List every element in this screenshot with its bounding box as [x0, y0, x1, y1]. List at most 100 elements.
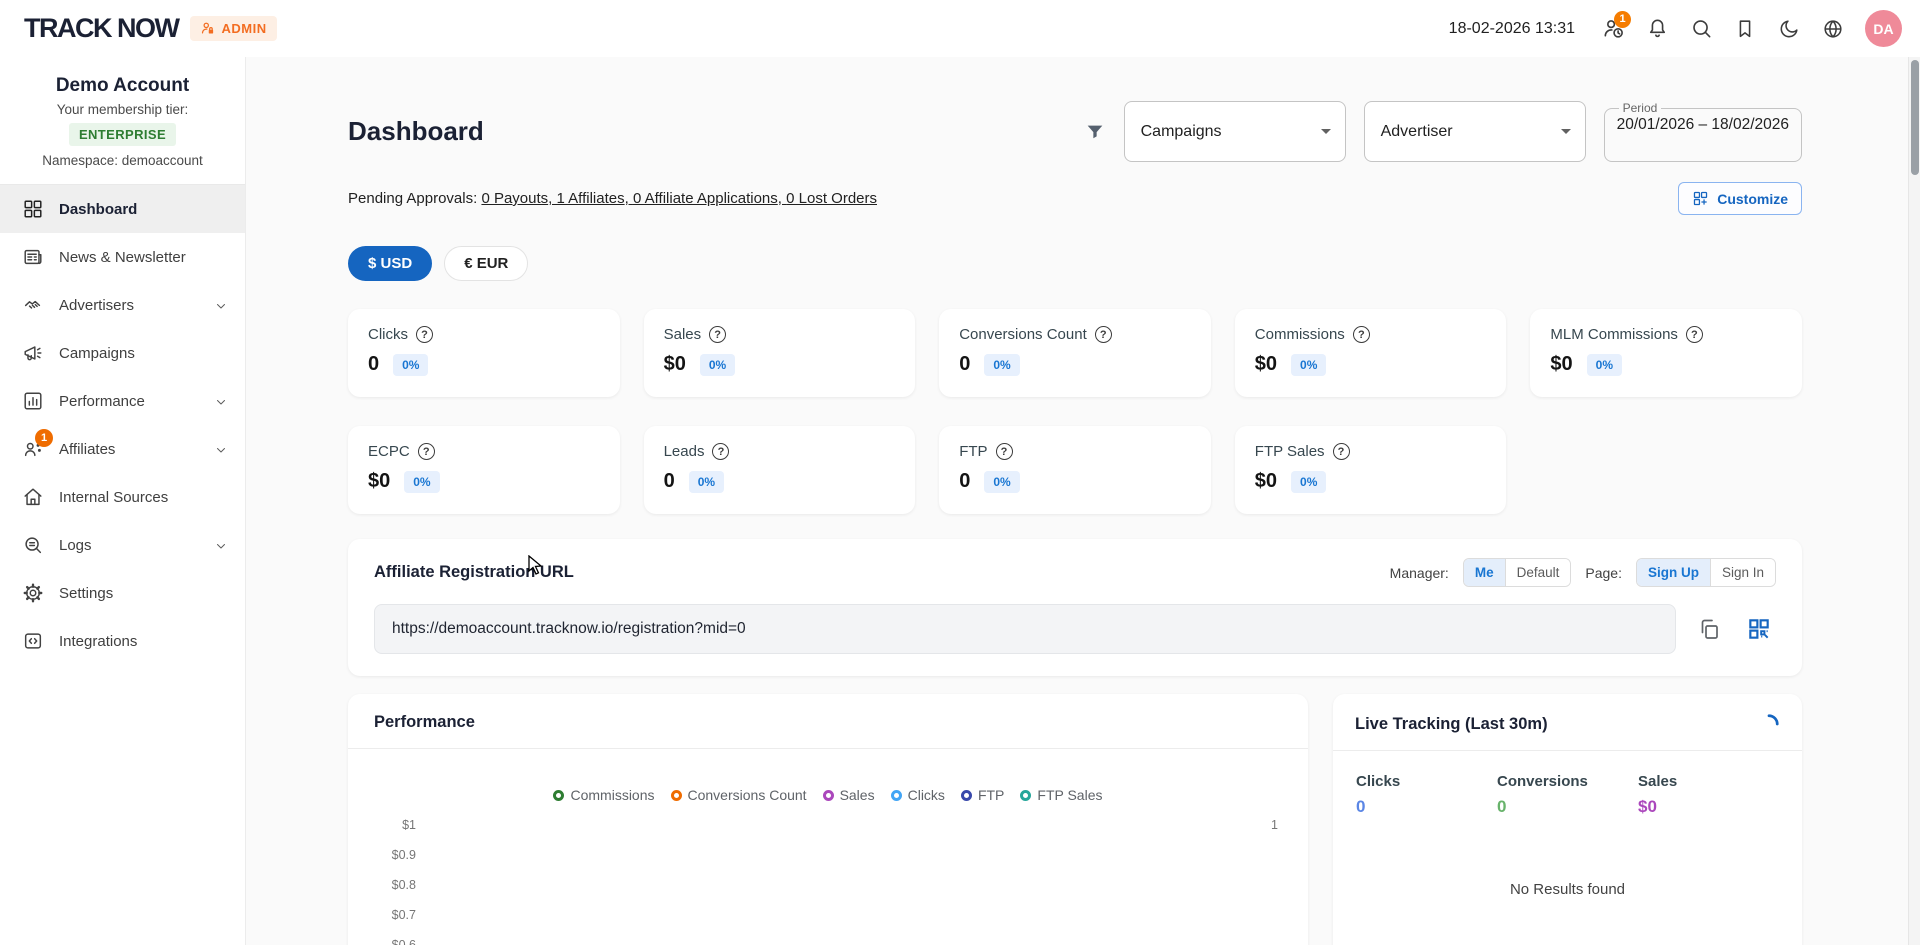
pending-payouts-link[interactable]: 0 Payouts [481, 190, 556, 207]
live-stat-value: $0 [1638, 797, 1779, 817]
chevron-down-icon [1321, 129, 1331, 134]
chevron-down-icon [1561, 129, 1571, 134]
chart-legend: Commissions Conversions Count Sales Clic… [348, 787, 1308, 803]
advertisers-handshake-icon [22, 294, 44, 316]
help-icon[interactable] [1333, 443, 1350, 460]
legend-item-ftp[interactable]: FTP [961, 787, 1004, 803]
manager-me-option[interactable]: Me [1464, 559, 1505, 586]
metric-label: Conversions Count [959, 326, 1087, 343]
legend-label: FTP [978, 787, 1004, 803]
language-button[interactable] [1813, 9, 1853, 49]
sidebar-item-campaigns[interactable]: Campaigns [0, 329, 245, 377]
help-icon[interactable] [709, 326, 726, 343]
manager-toggle: Me Default [1463, 558, 1572, 587]
live-stat-label: Clicks [1356, 773, 1497, 790]
legend-item-clicks[interactable]: Clicks [891, 787, 945, 803]
help-icon[interactable] [1353, 326, 1370, 343]
sidebar-item-news-newsletter[interactable]: News & Newsletter [0, 233, 245, 281]
legend-label: Commissions [570, 787, 654, 803]
help-icon[interactable] [416, 326, 433, 343]
sidebar-item-internal-sources[interactable]: Internal Sources [0, 473, 245, 521]
currency-usd-button[interactable]: $ USD [348, 246, 432, 281]
tier-badge: ENTERPRISE [69, 123, 176, 146]
pending-users-button[interactable]: 1 [1593, 9, 1633, 49]
sidebar-item-label: Campaigns [59, 345, 227, 362]
admin-person-lock-icon [200, 21, 215, 36]
sidebar-item-integrations[interactable]: Integrations [0, 617, 245, 665]
tier-label: Your membership tier: [12, 102, 233, 117]
legend-item-ftp-sales[interactable]: FTP Sales [1020, 787, 1102, 803]
period-value: 20/01/2026 – 18/02/2026 [1617, 116, 1789, 134]
help-icon[interactable] [418, 443, 435, 460]
user-avatar[interactable]: DA [1865, 10, 1902, 47]
qr-code-button[interactable] [1742, 612, 1776, 646]
currency-eur-button[interactable]: € EUR [444, 246, 528, 281]
metric-label: Sales [664, 326, 702, 343]
vertical-scrollbar[interactable] [1908, 57, 1920, 945]
pending-affiliates-link[interactable]: 1 Affiliates [557, 190, 633, 207]
campaigns-select[interactable]: Campaigns [1124, 101, 1346, 162]
sidebar-item-dashboard[interactable]: Dashboard [0, 185, 245, 233]
manager-default-option[interactable]: Default [1505, 559, 1571, 586]
metric-card-clicks: Clicks 00% [348, 309, 620, 397]
help-icon[interactable] [712, 443, 729, 460]
metric-value: $0 [664, 353, 686, 376]
home-icon [22, 486, 44, 508]
dark-mode-button[interactable] [1769, 9, 1809, 49]
sidebar-item-logs[interactable]: Logs [0, 521, 245, 569]
sidebar-item-performance[interactable]: Performance [0, 377, 245, 425]
live-stat-label: Sales [1638, 773, 1779, 790]
period-field[interactable]: Period 20/01/2026 – 18/02/2026 [1604, 101, 1802, 162]
bookmarks-button[interactable] [1725, 9, 1765, 49]
performance-panel: Performance Commissions Conversions Coun… [348, 694, 1308, 945]
pending-lost-orders-link[interactable]: 0 Lost Orders [786, 190, 877, 207]
notification-badge: 1 [1614, 11, 1631, 28]
registration-url-input[interactable] [374, 604, 1676, 654]
loading-spinner-icon [1758, 713, 1780, 735]
advertiser-select[interactable]: Advertiser [1364, 101, 1586, 162]
legend-label: Conversions Count [688, 787, 807, 803]
copy-url-button[interactable] [1692, 612, 1726, 646]
legend-item-sales[interactable]: Sales [823, 787, 875, 803]
legend-item-commissions[interactable]: Commissions [553, 787, 654, 803]
admin-badge-label: ADMIN [221, 21, 266, 36]
help-icon[interactable] [1686, 326, 1703, 343]
metric-label: Leads [664, 443, 705, 460]
sidebar-item-settings[interactable]: Settings [0, 569, 245, 617]
sidebar-item-affiliates[interactable]: 1 Affiliates [0, 425, 245, 473]
legend-item-conversions-count[interactable]: Conversions Count [671, 787, 807, 803]
performance-panel-title: Performance [374, 713, 1282, 732]
metric-value: 0 [368, 353, 379, 376]
metric-percent-badge: 0% [404, 471, 439, 493]
charts-row: Performance Commissions Conversions Coun… [348, 694, 1802, 945]
affiliate-registration-panel: Affiliate Registration URL Manager: Me D… [348, 539, 1802, 676]
metric-card-sales: Sales $00% [644, 309, 916, 397]
sidebar-item-advertisers[interactable]: Advertisers [0, 281, 245, 329]
bell-icon [1646, 17, 1669, 40]
sidebar-item-label: Integrations [59, 633, 227, 650]
metric-value: $0 [368, 470, 390, 493]
metric-card-ftp-sales: FTP Sales $00% [1235, 426, 1507, 514]
search-button[interactable] [1681, 9, 1721, 49]
metric-label: Clicks [368, 326, 408, 343]
advertiser-select-value: Advertiser [1381, 123, 1453, 141]
help-icon[interactable] [1095, 326, 1112, 343]
globe-icon [1822, 18, 1844, 40]
filter-funnel-icon[interactable] [1084, 121, 1106, 143]
page-signup-option[interactable]: Sign Up [1637, 559, 1710, 586]
manager-label: Manager: [1390, 565, 1449, 581]
help-icon[interactable] [996, 443, 1013, 460]
notifications-button[interactable] [1637, 9, 1677, 49]
legend-ring [553, 790, 564, 801]
metric-value: 0 [664, 470, 675, 493]
pending-affiliate-applications-link[interactable]: 0 Affiliate Applications [633, 190, 786, 207]
metric-label: Commissions [1255, 326, 1345, 343]
customize-button[interactable]: Customize [1678, 182, 1802, 215]
gear-icon [22, 582, 44, 604]
topbar-actions: 18-02-2026 13:31 1 [1449, 9, 1902, 49]
page-header: Dashboard Campaigns Advertiser Period 20… [348, 101, 1802, 162]
page-signin-option[interactable]: Sign In [1710, 559, 1775, 586]
scrollbar-thumb[interactable] [1911, 60, 1919, 175]
page-title: Dashboard [348, 116, 1066, 147]
customize-grid-icon [1692, 190, 1709, 207]
